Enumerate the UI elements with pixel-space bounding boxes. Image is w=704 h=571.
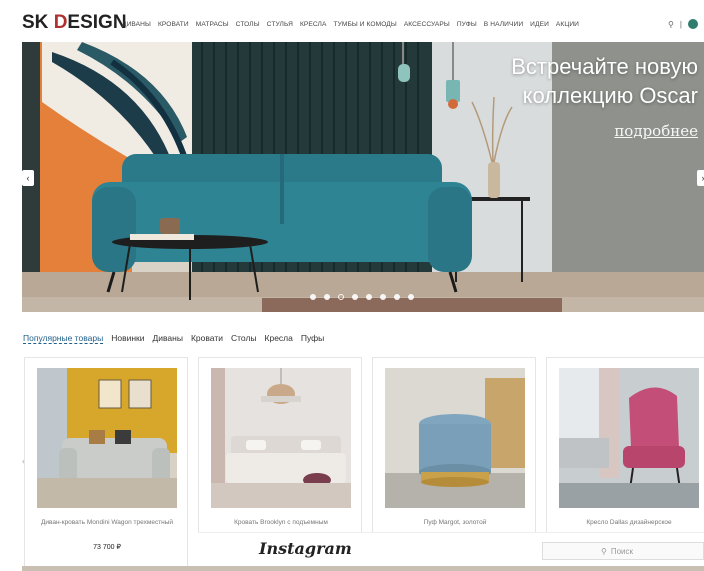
- chevron-left-icon: ‹: [26, 173, 30, 183]
- nav-item-divans[interactable]: ДИВАНЫ: [122, 21, 151, 28]
- nav-item-armchairs[interactable]: КРЕСЛА: [300, 21, 327, 28]
- nav-item-poufs[interactable]: ПУФЫ: [457, 21, 477, 28]
- product-image[interactable]: [211, 368, 351, 508]
- hero-pagination-dot[interactable]: [366, 294, 372, 300]
- nav-item-tables[interactable]: СТОЛЫ: [236, 21, 260, 28]
- site-logo[interactable]: SK DESIGN: [22, 12, 127, 34]
- hero-title: Встречайте новую коллекцию Oscar: [511, 54, 698, 108]
- hero-pagination: [310, 294, 414, 300]
- product-card[interactable]: Диван-кровать Mondini Wagon трехместный …: [24, 357, 188, 571]
- hero-pagination-dot[interactable]: [380, 294, 386, 300]
- hero-pagination-dot[interactable]: [352, 294, 358, 300]
- search-input[interactable]: ⚲ Поиск: [542, 542, 704, 560]
- page: SK DESIGN ДИВАНЫ КРОВАТИ МАТРАСЫ СТОЛЫ С…: [0, 0, 704, 571]
- nav-item-cabinets[interactable]: ТУМБЫ И КОМОДЫ: [333, 21, 396, 28]
- product-name[interactable]: Пуф Margot, золотой: [381, 518, 529, 528]
- hero-banner[interactable]: Встречайте новую коллекцию Oscar подробн…: [22, 42, 704, 312]
- header-icons: ⚲ |: [668, 19, 698, 29]
- hero-pagination-dot[interactable]: [338, 294, 344, 300]
- instagram-feed-strip: [22, 566, 704, 571]
- nav-item-chairs[interactable]: СТУЛЬЯ: [267, 21, 293, 28]
- search-icon: ⚲: [601, 546, 607, 556]
- hero-next-arrow[interactable]: ›: [697, 170, 704, 186]
- product-name[interactable]: Диван-кровать Mondini Wagon трехместный: [33, 518, 181, 528]
- tab-tables[interactable]: Столы: [231, 333, 257, 344]
- product-name[interactable]: Кровать Brooklyn с подъемным: [207, 518, 355, 528]
- instagram-logo[interactable]: Instagram: [259, 539, 352, 558]
- cart-icon[interactable]: [687, 19, 698, 29]
- nav-item-mattresses[interactable]: МАТРАСЫ: [196, 21, 229, 28]
- product-price: 73 700 ₽: [93, 544, 121, 551]
- tab-new[interactable]: Новинки: [111, 333, 144, 344]
- product-name[interactable]: Кресло Dallas дизайнерское: [555, 518, 703, 528]
- hero-pagination-dot[interactable]: [310, 294, 316, 300]
- nav-item-sales[interactable]: АКЦИИ: [556, 21, 579, 28]
- hero-pagination-dot[interactable]: [324, 294, 330, 300]
- nav-item-beds[interactable]: КРОВАТИ: [158, 21, 189, 28]
- tab-beds[interactable]: Кровати: [191, 333, 223, 344]
- hero-pagination-dot[interactable]: [408, 294, 414, 300]
- hero-prev-arrow[interactable]: ‹: [22, 170, 34, 186]
- main-nav: ДИВАНЫ КРОВАТИ МАТРАСЫ СТОЛЫ СТУЛЬЯ КРЕС…: [122, 21, 579, 28]
- product-tabs: Популярные товары Новинки Диваны Кровати…: [23, 333, 324, 344]
- tab-popular[interactable]: Популярные товары: [23, 333, 104, 344]
- product-image[interactable]: [385, 368, 525, 508]
- hero-more-link[interactable]: подробнее: [614, 122, 698, 140]
- search-placeholder: Поиск: [610, 546, 634, 556]
- user-icon[interactable]: |: [680, 20, 682, 29]
- tab-armchairs[interactable]: Кресла: [265, 333, 293, 344]
- search-icon[interactable]: ⚲: [668, 20, 674, 29]
- product-image[interactable]: [37, 368, 177, 508]
- product-image[interactable]: [559, 368, 699, 508]
- nav-item-ideas[interactable]: ИДЕИ: [530, 21, 549, 28]
- nav-item-accessories[interactable]: АКСЕССУАРЫ: [404, 21, 450, 28]
- tab-poufs[interactable]: Пуфы: [301, 333, 324, 344]
- hero-pagination-dot[interactable]: [394, 294, 400, 300]
- tab-sofas[interactable]: Диваны: [153, 333, 183, 344]
- site-header: SK DESIGN ДИВАНЫ КРОВАТИ МАТРАСЫ СТОЛЫ С…: [0, 10, 704, 40]
- nav-item-in-stock[interactable]: В НАЛИЧИИ: [484, 21, 523, 28]
